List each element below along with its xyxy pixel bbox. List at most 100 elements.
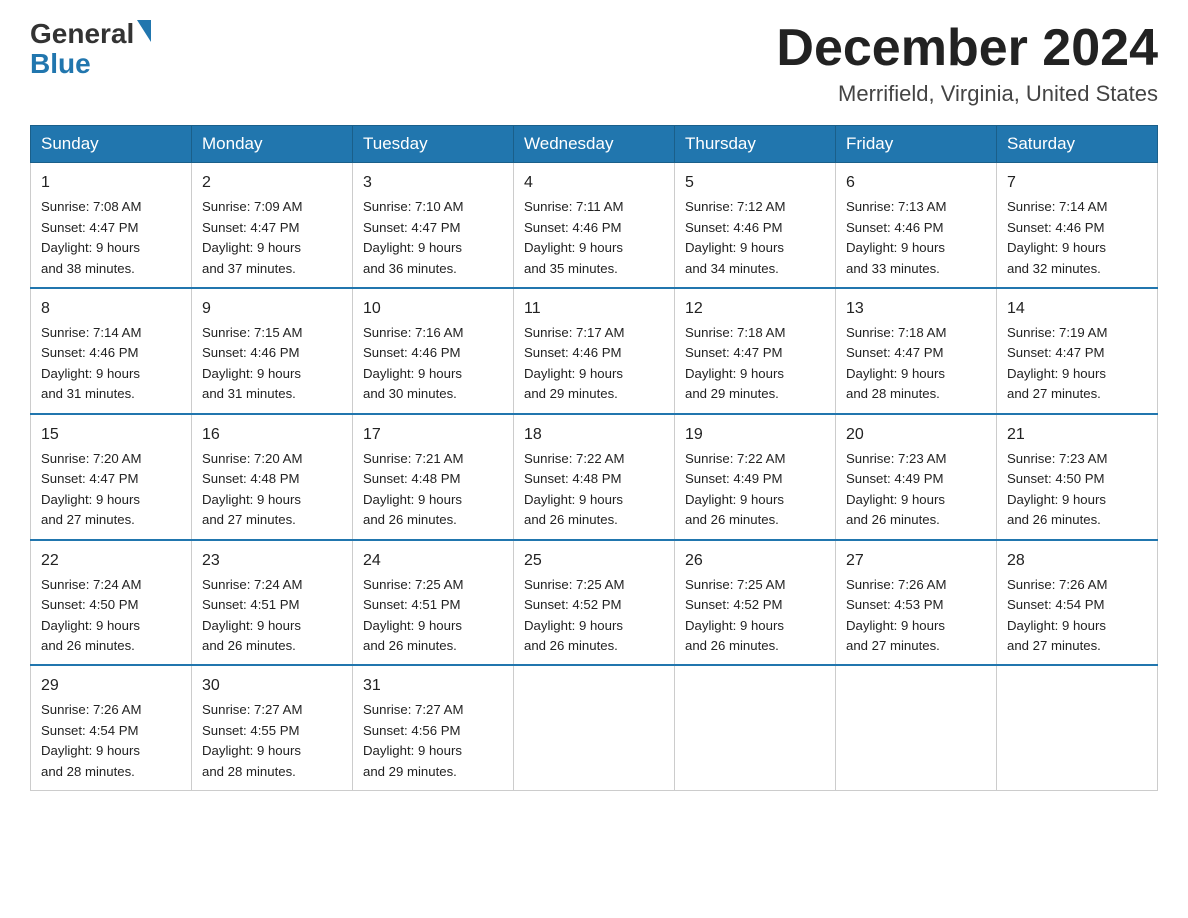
calendar-day-cell: 11 Sunrise: 7:17 AMSunset: 4:46 PMDaylig… — [514, 288, 675, 414]
calendar-day-cell: 15 Sunrise: 7:20 AMSunset: 4:47 PMDaylig… — [31, 414, 192, 540]
calendar-week-row: 22 Sunrise: 7:24 AMSunset: 4:50 PMDaylig… — [31, 540, 1158, 666]
day-number: 10 — [363, 297, 503, 321]
day-number: 6 — [846, 171, 986, 195]
calendar-day-cell: 24 Sunrise: 7:25 AMSunset: 4:51 PMDaylig… — [353, 540, 514, 666]
day-number: 16 — [202, 423, 342, 447]
calendar-title-area: December 2024 Merrifield, Virginia, Unit… — [776, 20, 1158, 107]
day-number: 31 — [363, 674, 503, 698]
day-info: Sunrise: 7:23 AMSunset: 4:49 PMDaylight:… — [846, 449, 986, 531]
day-info: Sunrise: 7:24 AMSunset: 4:51 PMDaylight:… — [202, 575, 342, 657]
logo-triangle-icon — [137, 20, 151, 42]
calendar-day-cell: 5 Sunrise: 7:12 AMSunset: 4:46 PMDayligh… — [675, 163, 836, 288]
day-info: Sunrise: 7:16 AMSunset: 4:46 PMDaylight:… — [363, 323, 503, 405]
day-number: 26 — [685, 549, 825, 573]
day-info: Sunrise: 7:21 AMSunset: 4:48 PMDaylight:… — [363, 449, 503, 531]
day-number: 30 — [202, 674, 342, 698]
day-number: 17 — [363, 423, 503, 447]
day-info: Sunrise: 7:18 AMSunset: 4:47 PMDaylight:… — [685, 323, 825, 405]
day-info: Sunrise: 7:27 AMSunset: 4:56 PMDaylight:… — [363, 700, 503, 782]
logo-blue: Blue — [30, 48, 91, 80]
day-info: Sunrise: 7:09 AMSunset: 4:47 PMDaylight:… — [202, 197, 342, 279]
day-info: Sunrise: 7:24 AMSunset: 4:50 PMDaylight:… — [41, 575, 181, 657]
day-number: 14 — [1007, 297, 1147, 321]
day-number: 15 — [41, 423, 181, 447]
page-header: General Blue December 2024 Merrifield, V… — [30, 20, 1158, 107]
day-info: Sunrise: 7:26 AMSunset: 4:54 PMDaylight:… — [1007, 575, 1147, 657]
day-info: Sunrise: 7:22 AMSunset: 4:49 PMDaylight:… — [685, 449, 825, 531]
location-subtitle: Merrifield, Virginia, United States — [776, 81, 1158, 107]
calendar-header-row: Sunday Monday Tuesday Wednesday Thursday… — [31, 126, 1158, 163]
logo: General Blue — [30, 20, 154, 80]
day-number: 23 — [202, 549, 342, 573]
calendar-day-cell: 3 Sunrise: 7:10 AMSunset: 4:47 PMDayligh… — [353, 163, 514, 288]
day-number: 13 — [846, 297, 986, 321]
calendar-day-cell: 21 Sunrise: 7:23 AMSunset: 4:50 PMDaylig… — [997, 414, 1158, 540]
calendar-day-cell: 29 Sunrise: 7:26 AMSunset: 4:54 PMDaylig… — [31, 665, 192, 790]
day-number: 27 — [846, 549, 986, 573]
day-number: 7 — [1007, 171, 1147, 195]
calendar-day-cell: 31 Sunrise: 7:27 AMSunset: 4:56 PMDaylig… — [353, 665, 514, 790]
header-monday: Monday — [192, 126, 353, 163]
calendar-day-cell: 1 Sunrise: 7:08 AMSunset: 4:47 PMDayligh… — [31, 163, 192, 288]
calendar-day-cell: 2 Sunrise: 7:09 AMSunset: 4:47 PMDayligh… — [192, 163, 353, 288]
day-number: 28 — [1007, 549, 1147, 573]
day-info: Sunrise: 7:25 AMSunset: 4:52 PMDaylight:… — [524, 575, 664, 657]
day-info: Sunrise: 7:26 AMSunset: 4:54 PMDaylight:… — [41, 700, 181, 782]
day-info: Sunrise: 7:17 AMSunset: 4:46 PMDaylight:… — [524, 323, 664, 405]
calendar-day-cell: 23 Sunrise: 7:24 AMSunset: 4:51 PMDaylig… — [192, 540, 353, 666]
day-info: Sunrise: 7:20 AMSunset: 4:48 PMDaylight:… — [202, 449, 342, 531]
calendar-day-cell — [514, 665, 675, 790]
day-info: Sunrise: 7:25 AMSunset: 4:51 PMDaylight:… — [363, 575, 503, 657]
header-tuesday: Tuesday — [353, 126, 514, 163]
day-info: Sunrise: 7:11 AMSunset: 4:46 PMDaylight:… — [524, 197, 664, 279]
day-info: Sunrise: 7:15 AMSunset: 4:46 PMDaylight:… — [202, 323, 342, 405]
calendar-table: Sunday Monday Tuesday Wednesday Thursday… — [30, 125, 1158, 791]
calendar-day-cell: 7 Sunrise: 7:14 AMSunset: 4:46 PMDayligh… — [997, 163, 1158, 288]
calendar-day-cell — [997, 665, 1158, 790]
day-info: Sunrise: 7:26 AMSunset: 4:53 PMDaylight:… — [846, 575, 986, 657]
day-info: Sunrise: 7:25 AMSunset: 4:52 PMDaylight:… — [685, 575, 825, 657]
day-info: Sunrise: 7:12 AMSunset: 4:46 PMDaylight:… — [685, 197, 825, 279]
day-number: 22 — [41, 549, 181, 573]
day-info: Sunrise: 7:14 AMSunset: 4:46 PMDaylight:… — [41, 323, 181, 405]
calendar-week-row: 8 Sunrise: 7:14 AMSunset: 4:46 PMDayligh… — [31, 288, 1158, 414]
calendar-day-cell — [675, 665, 836, 790]
calendar-day-cell: 8 Sunrise: 7:14 AMSunset: 4:46 PMDayligh… — [31, 288, 192, 414]
calendar-day-cell: 20 Sunrise: 7:23 AMSunset: 4:49 PMDaylig… — [836, 414, 997, 540]
day-number: 9 — [202, 297, 342, 321]
calendar-day-cell: 28 Sunrise: 7:26 AMSunset: 4:54 PMDaylig… — [997, 540, 1158, 666]
calendar-day-cell: 27 Sunrise: 7:26 AMSunset: 4:53 PMDaylig… — [836, 540, 997, 666]
header-wednesday: Wednesday — [514, 126, 675, 163]
header-thursday: Thursday — [675, 126, 836, 163]
calendar-week-row: 15 Sunrise: 7:20 AMSunset: 4:47 PMDaylig… — [31, 414, 1158, 540]
day-number: 21 — [1007, 423, 1147, 447]
header-saturday: Saturday — [997, 126, 1158, 163]
day-number: 3 — [363, 171, 503, 195]
calendar-day-cell: 18 Sunrise: 7:22 AMSunset: 4:48 PMDaylig… — [514, 414, 675, 540]
day-info: Sunrise: 7:13 AMSunset: 4:46 PMDaylight:… — [846, 197, 986, 279]
day-number: 20 — [846, 423, 986, 447]
calendar-day-cell: 22 Sunrise: 7:24 AMSunset: 4:50 PMDaylig… — [31, 540, 192, 666]
calendar-day-cell — [836, 665, 997, 790]
day-info: Sunrise: 7:08 AMSunset: 4:47 PMDaylight:… — [41, 197, 181, 279]
calendar-day-cell: 30 Sunrise: 7:27 AMSunset: 4:55 PMDaylig… — [192, 665, 353, 790]
calendar-day-cell: 12 Sunrise: 7:18 AMSunset: 4:47 PMDaylig… — [675, 288, 836, 414]
calendar-day-cell: 25 Sunrise: 7:25 AMSunset: 4:52 PMDaylig… — [514, 540, 675, 666]
day-info: Sunrise: 7:14 AMSunset: 4:46 PMDaylight:… — [1007, 197, 1147, 279]
day-number: 19 — [685, 423, 825, 447]
calendar-day-cell: 9 Sunrise: 7:15 AMSunset: 4:46 PMDayligh… — [192, 288, 353, 414]
calendar-day-cell: 17 Sunrise: 7:21 AMSunset: 4:48 PMDaylig… — [353, 414, 514, 540]
day-number: 4 — [524, 171, 664, 195]
calendar-day-cell: 14 Sunrise: 7:19 AMSunset: 4:47 PMDaylig… — [997, 288, 1158, 414]
day-number: 11 — [524, 297, 664, 321]
calendar-day-cell: 16 Sunrise: 7:20 AMSunset: 4:48 PMDaylig… — [192, 414, 353, 540]
header-sunday: Sunday — [31, 126, 192, 163]
day-number: 8 — [41, 297, 181, 321]
day-info: Sunrise: 7:19 AMSunset: 4:47 PMDaylight:… — [1007, 323, 1147, 405]
calendar-week-row: 1 Sunrise: 7:08 AMSunset: 4:47 PMDayligh… — [31, 163, 1158, 288]
day-number: 24 — [363, 549, 503, 573]
day-info: Sunrise: 7:10 AMSunset: 4:47 PMDaylight:… — [363, 197, 503, 279]
calendar-day-cell: 4 Sunrise: 7:11 AMSunset: 4:46 PMDayligh… — [514, 163, 675, 288]
day-number: 18 — [524, 423, 664, 447]
calendar-day-cell: 6 Sunrise: 7:13 AMSunset: 4:46 PMDayligh… — [836, 163, 997, 288]
